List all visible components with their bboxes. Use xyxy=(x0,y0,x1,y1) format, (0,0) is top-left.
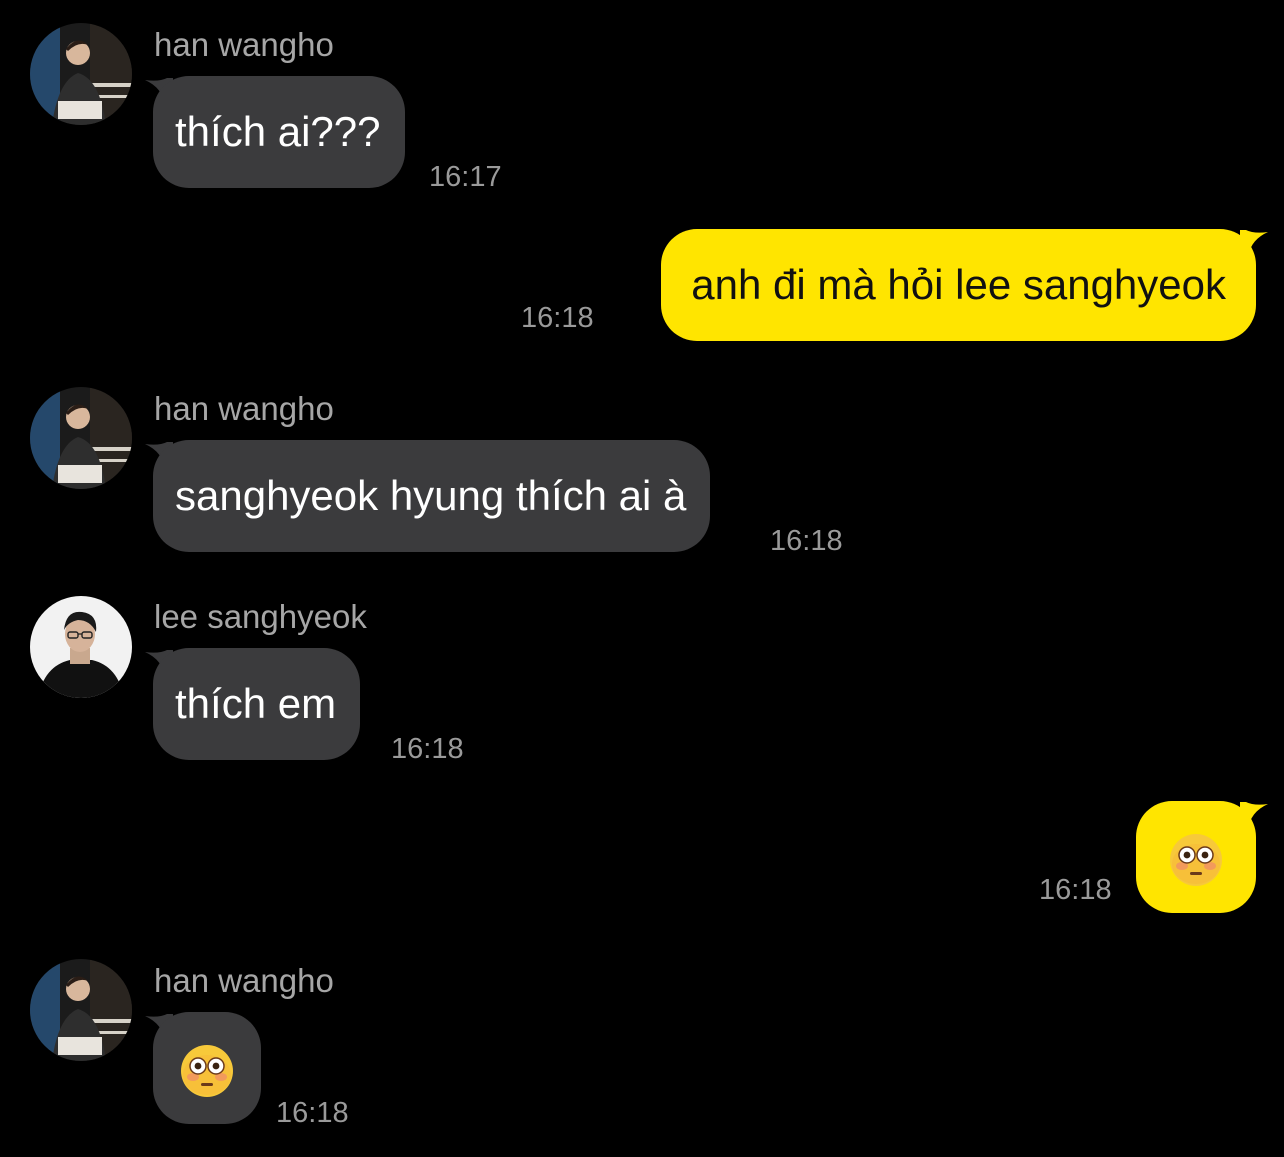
message-bubble[interactable]: thích ai??? xyxy=(153,76,405,188)
han-wangho-avatar-icon[interactable] xyxy=(30,23,132,125)
bubble-tail xyxy=(1240,802,1268,830)
message-text: sanghyeok hyung thích ai à xyxy=(175,472,687,519)
flushed-face-emoji xyxy=(180,1044,234,1098)
message-bubble[interactable]: thích em xyxy=(153,648,361,760)
message-text: thích ai??? xyxy=(175,108,381,155)
sender-name: han wangho xyxy=(154,962,334,999)
timestamp: 16:18 xyxy=(521,302,594,334)
lee-sanghyeok-avatar-icon[interactable] xyxy=(30,596,132,698)
message-bubble[interactable]: sanghyeok hyung thích ai à xyxy=(153,440,711,552)
message-bubble[interactable] xyxy=(1136,801,1256,913)
timestamp: 16:18 xyxy=(276,1097,349,1129)
timestamp: 16:17 xyxy=(429,161,502,193)
message-text: thích em xyxy=(175,680,337,727)
message-bubble[interactable] xyxy=(153,1012,261,1124)
timestamp: 16:18 xyxy=(770,525,843,557)
han-wangho-avatar-icon[interactable] xyxy=(30,959,132,1061)
sender-name: lee sanghyeok xyxy=(154,598,367,635)
message-bubble[interactable]: anh đi mà hỏi lee sanghyeok xyxy=(661,229,1256,341)
timestamp: 16:18 xyxy=(391,733,464,765)
sender-name: han wangho xyxy=(154,26,334,63)
han-wangho-avatar-icon[interactable] xyxy=(30,387,132,489)
timestamp: 16:18 xyxy=(1039,874,1112,906)
flushed-face-emoji xyxy=(1169,833,1223,887)
bubble-tail xyxy=(1240,230,1268,258)
message-text: anh đi mà hỏi lee sanghyeok xyxy=(691,261,1226,308)
sender-name: han wangho xyxy=(154,390,334,427)
